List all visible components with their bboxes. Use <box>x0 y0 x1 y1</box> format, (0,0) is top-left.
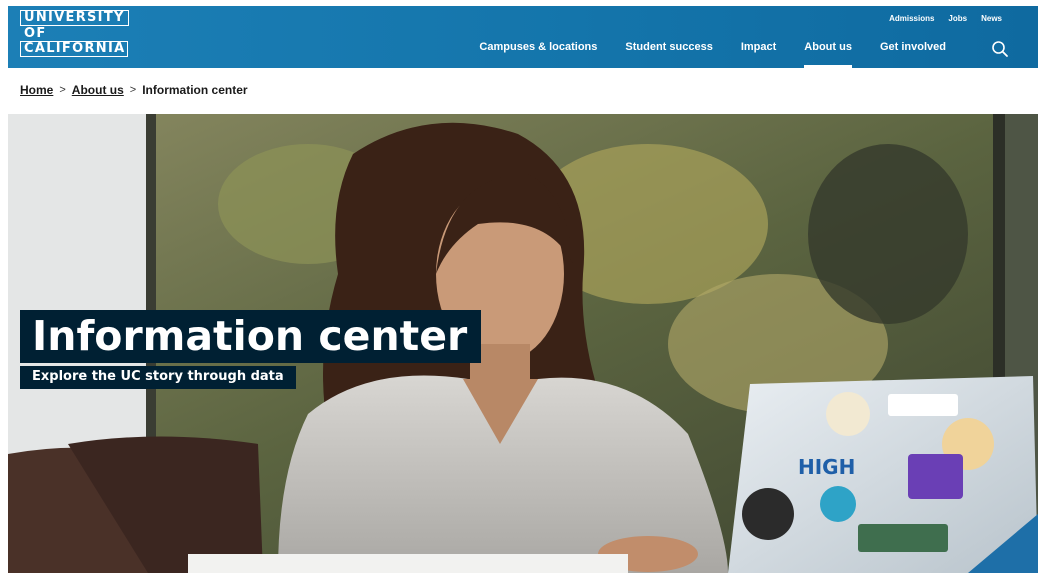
nav-impact[interactable]: Impact <box>727 40 790 68</box>
nav-student-success[interactable]: Student success <box>611 40 726 68</box>
logo-line-3: CALIFORNIA <box>20 41 128 57</box>
utility-link-news[interactable]: News <box>981 14 1002 23</box>
logo-line-1: UNIVERSITY <box>20 10 129 26</box>
nav-get-involved[interactable]: Get involved <box>866 40 960 68</box>
breadcrumb-about-us[interactable]: About us <box>72 83 124 97</box>
uc-logo[interactable]: UNIVERSITY OF CALIFORNIA <box>20 10 129 58</box>
breadcrumb-separator: > <box>129 84 137 96</box>
breadcrumb-current: Information center <box>142 83 248 97</box>
nav-about-us[interactable]: About us <box>790 40 866 68</box>
hero-banner: HIGH Information center Explore the UC s… <box>8 114 1038 573</box>
main-nav: Campuses & locations Student success Imp… <box>465 40 960 68</box>
breadcrumb: Home > About us > Information center <box>20 83 248 97</box>
breadcrumb-home[interactable]: Home <box>20 83 53 97</box>
hero-title: Information center <box>20 310 482 363</box>
svg-text:HIGH: HIGH <box>798 455 855 479</box>
search-button[interactable] <box>990 39 1010 59</box>
hero-subtitle: Explore the UC story through data <box>20 366 296 389</box>
nav-campuses-locations[interactable]: Campuses & locations <box>465 40 611 68</box>
search-icon <box>992 41 1008 57</box>
utility-link-admissions[interactable]: Admissions <box>889 14 934 23</box>
breadcrumb-separator: > <box>59 84 66 96</box>
utility-nav: Admissions Jobs News <box>889 14 1002 23</box>
utility-link-jobs[interactable]: Jobs <box>948 14 967 23</box>
site-header: UNIVERSITY OF CALIFORNIA Admissions Jobs… <box>8 6 1038 68</box>
logo-line-2: OF <box>24 26 47 41</box>
